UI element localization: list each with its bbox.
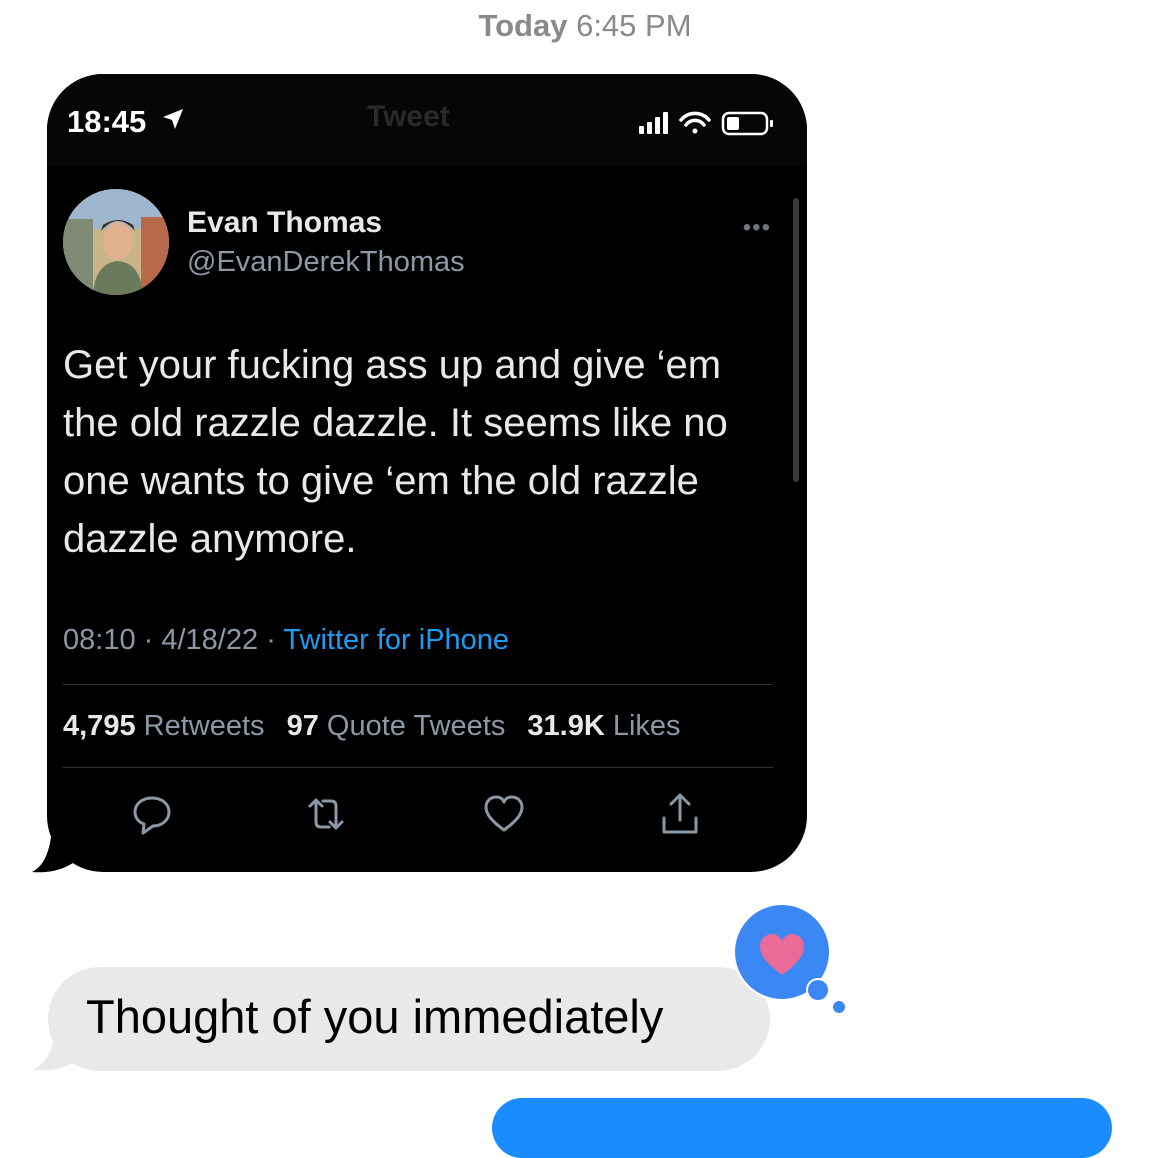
screenshot-message[interactable]: 18:45 Tweet Evan Thomas @EvanDerekThomas… <box>47 74 807 872</box>
quotes-count[interactable]: 97 <box>287 710 319 742</box>
avatar[interactable] <box>63 189 169 295</box>
scrollbar[interactable] <box>793 198 799 482</box>
more-options-icon[interactable]: ••• <box>743 214 771 242</box>
signal-icon <box>639 112 668 134</box>
tweet-time: 08:10 <box>63 624 136 656</box>
quotes-label[interactable]: Quote Tweets <box>327 710 505 742</box>
author-name[interactable]: Evan Thomas <box>187 206 382 240</box>
like-icon[interactable] <box>483 792 525 836</box>
avatar-photo <box>63 189 169 295</box>
likes-label[interactable]: Likes <box>613 710 681 742</box>
outgoing-message[interactable] <box>492 1098 1112 1158</box>
status-bar: 18:45 Tweet <box>47 74 807 166</box>
divider <box>63 767 773 768</box>
message-text: Thought of you immediately <box>86 990 664 1043</box>
tweet-stats: 4,795 Retweets 97 Quote Tweets 31.9K Lik… <box>63 710 681 743</box>
header-title: Tweet <box>367 100 450 133</box>
author-handle[interactable]: @EvanDerekThomas <box>187 246 465 279</box>
timestamp-day: Today <box>478 8 568 43</box>
wifi-icon <box>679 111 711 134</box>
tweet-meta: 08:10 · 4/18/22 · Twitter for iPhone <box>63 624 510 656</box>
retweets-label[interactable]: Retweets <box>144 710 265 742</box>
likes-count[interactable]: 31.9K <box>527 710 604 742</box>
retweets-count[interactable]: 4,795 <box>63 710 136 742</box>
tweet-date: 4/18/22 <box>161 624 259 656</box>
timestamp-time: 6:45 PM <box>576 8 692 43</box>
battery-icon <box>721 111 773 136</box>
tweet-text: Get your fucking ass up and give ‘em the… <box>63 343 728 561</box>
location-arrow-icon <box>163 109 183 129</box>
text-message[interactable]: Thought of you immediately <box>48 967 770 1071</box>
divider <box>63 684 773 685</box>
retweet-icon[interactable] <box>305 792 347 836</box>
tweet-source-link[interactable]: Twitter for iPhone <box>283 624 509 656</box>
thread-timestamp: Today 6:45 PM <box>0 8 1170 44</box>
share-icon[interactable] <box>659 792 701 836</box>
heart-tapback-icon[interactable] <box>732 902 852 1014</box>
status-time: 18:45 <box>67 104 147 139</box>
tweet-actions <box>47 792 807 842</box>
status-icons <box>639 111 773 136</box>
reply-icon[interactable] <box>131 792 173 836</box>
